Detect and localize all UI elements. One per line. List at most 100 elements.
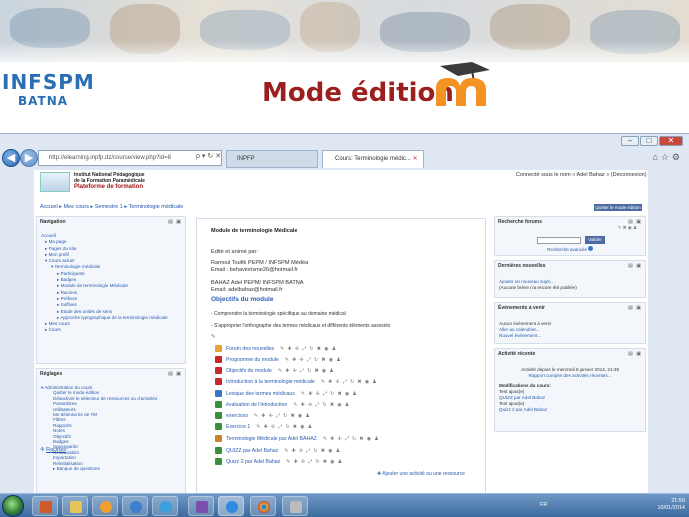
activity-edit-tools[interactable]: ✎ ✚ ✢ ⤢ ↻ ✖ ◉ ♟	[301, 392, 358, 397]
section-racines[interactable]: ✢ Racines	[40, 447, 66, 453]
minimize-button[interactable]: –	[621, 136, 639, 146]
activity-edit-tools[interactable]: ✎ ✚ ✢ ⤢ ↻ ✖ ◉ ♟	[278, 369, 335, 374]
author1-name: Ramoul Toufik PEPM / INFSPM Médéa	[211, 260, 309, 266]
taskbar-explorer-icon[interactable]	[62, 496, 88, 516]
search-input[interactable]	[537, 237, 581, 244]
nav-item-courses[interactable]: ▸ Cours	[41, 327, 185, 333]
block-controls-icon[interactable]: ▤ ▣	[168, 219, 182, 225]
taskbar-app-icon[interactable]	[188, 496, 214, 516]
maximize-button[interactable]: □	[640, 136, 658, 146]
settings-item[interactable]: ▸ Banque de questions	[41, 466, 185, 471]
toggle-edit-mode-button[interactable]: Quitter le mode édition	[594, 204, 642, 211]
activity-label[interactable]: Objectifs du module	[226, 368, 272, 374]
language-indicator[interactable]: FR	[540, 502, 547, 508]
activity-label[interactable]: Terminologie Médicale par Adel BAHAZ	[226, 436, 317, 442]
logo-text: INFSPM	[2, 70, 95, 94]
activity-item[interactable]: évaluation de l'introduction ✎ ✚ ✢ ⤢ ↻ ✖ …	[215, 401, 350, 410]
author1-email: Email : behaviorisme26@hotmail.fr	[211, 267, 298, 273]
home-icon[interactable]: ⌂	[652, 152, 660, 162]
move-icon[interactable]: ✢	[40, 447, 45, 453]
activity-item[interactable]: QUIZZ par Adel Bahaz ✎ ✚ ✢ ⤢ ↻ ✖ ◉ ♟	[215, 447, 341, 456]
system-clock[interactable]: 21:50 10/01/2014	[657, 498, 685, 512]
close-window-button[interactable]: ✕	[659, 136, 683, 146]
activity-item[interactable]: exercices ✎ ✚ ✢ ⤢ ↻ ✖ ◉ ♟	[215, 412, 311, 421]
latest-news-block: Dernières nouvelles ▤ ▣ Ajouter un nouve…	[494, 260, 646, 298]
taskbar-media-icon[interactable]	[92, 496, 118, 516]
forward-button[interactable]: ▶	[20, 149, 38, 167]
pdf-icon	[215, 378, 222, 386]
activity-item[interactable]: Introduction à la terminologie médicale ✎…	[215, 378, 378, 387]
tab-course[interactable]: Cours: Terminologie médic... ✕	[322, 150, 424, 168]
activity-label[interactable]: Quizz 2 par Adel Bahaz	[226, 459, 280, 465]
breadcrumb[interactable]: Accueil ▸ Mes cours ▸ Semestre 1 ▸ Termi…	[40, 204, 183, 210]
activity-label[interactable]: exercices	[226, 413, 248, 419]
logo-subtext: BATNA	[18, 94, 69, 108]
back-button[interactable]: ◀	[2, 149, 20, 167]
taskbar-sync-icon[interactable]	[122, 496, 148, 516]
tab-label: INPFP	[237, 156, 255, 162]
new-event-link[interactable]: Nouvel événement...	[499, 333, 541, 338]
activity-edit-tools[interactable]: ✎ ✚ ✢ ⤢ ↻ ✖ ◉ ♟	[280, 347, 337, 352]
activity-label[interactable]: évaluation de l'introduction	[226, 402, 287, 408]
taskbar-skype-icon[interactable]	[152, 496, 178, 516]
block-controls-icon[interactable]: ▤ ▣	[628, 305, 642, 311]
address-bar-tools[interactable]: ρ ▾ ↻ ✕	[196, 152, 221, 160]
activity-item[interactable]: Objectifs du module ✎ ✚ ✢ ⤢ ↻ ✖ ◉ ♟	[215, 367, 335, 376]
activity-label[interactable]: QUIZZ par Adel Bahaz	[226, 448, 278, 454]
close-tab-icon[interactable]: ✕	[413, 156, 418, 162]
taskbar-powerpoint-icon[interactable]	[32, 496, 58, 516]
activity-item[interactable]: Terminologie Médicale par Adel BAHAZ ✎ ✚ …	[215, 435, 380, 444]
module-title: Module de terminologie Médicale	[211, 228, 298, 234]
settings-block: Réglages ▤ ▣ ▾ Administration du cours Q…	[36, 368, 186, 494]
taskbar-chrome-icon[interactable]	[250, 496, 276, 516]
recent-activity-title: Activité récente	[498, 351, 536, 357]
slide-title: Mode édition	[262, 78, 454, 108]
activity-edit-tools[interactable]: ✎ ✚ ✢ ⤢ ↻ ✖ ◉ ♟	[284, 449, 341, 454]
block-edit-icons[interactable]: ✎ ✖ ◉ ♟	[618, 225, 637, 231]
gear-icon[interactable]: ⚙	[672, 152, 683, 162]
full-report-link[interactable]: Rapport complet des activités récentes..…	[529, 373, 612, 378]
block-controls-icon[interactable]: ▤ ▣	[628, 351, 642, 357]
navigation-list: Accueil ▸ Ma page ▸ Pages du site ▸ Mon …	[37, 227, 185, 334]
advanced-search-link[interactable]: Recherche avancée	[547, 246, 594, 252]
calendar-link[interactable]: Aller au calendrier...	[499, 327, 540, 332]
block-controls-icon[interactable]: ▤ ▣	[628, 263, 642, 269]
activity-edit-tools[interactable]: ✎ ✚ ✢ ⤢ ↻ ✖ ◉ ♟	[285, 358, 342, 363]
star-icon[interactable]: ☆	[661, 152, 672, 162]
activity-edit-tools[interactable]: ✎ ✚ ✢ ⤢ ↻ ✖ ◉ ♟	[286, 460, 343, 465]
advanced-search-label: Recherche avancée	[547, 247, 588, 252]
activity-edit-tools[interactable]: ✎ ✚ ✢ ⤢ ↻ ✖ ◉ ♟	[321, 380, 378, 385]
activity-item[interactable]: Lexique des termes médicaux ✎ ✚ ✢ ⤢ ↻ ✖ ◉…	[215, 390, 358, 399]
taskbar-ie-icon[interactable]	[218, 496, 244, 516]
activity-item[interactable]: Programme du module ✎ ✚ ✢ ⤢ ↻ ✖ ◉ ♟	[215, 356, 342, 365]
activity-label[interactable]: Lexique des termes médicaux	[226, 391, 295, 397]
add-activity-link[interactable]: ✚ Ajouter une activité ou une ressource	[377, 471, 465, 477]
change-2-link[interactable]: Quizz 2 par Adel Bahaz	[499, 407, 547, 412]
activity-item[interactable]: Forum des nouvelles ✎ ✚ ✢ ⤢ ↻ ✖ ◉ ♟	[215, 345, 337, 354]
taskbar-window-icon[interactable]	[282, 496, 308, 516]
photo-banner	[0, 0, 689, 62]
upcoming-events-title: Événements à venir	[498, 305, 545, 311]
tab-inpfp[interactable]: INPFP	[226, 150, 318, 168]
address-bar[interactable]: http://elearning.inpfp.dz/course/view.ph…	[38, 150, 222, 166]
start-button[interactable]	[2, 495, 24, 517]
help-icon[interactable]	[588, 246, 594, 251]
activity-edit-tools[interactable]: ✎ ✚ ✢ ⤢ ↻ ✖ ◉ ♟	[293, 403, 350, 408]
activity-edit-tools[interactable]: ✎ ✚ ✢ ⤢ ↻ ✖ ◉ ♟	[256, 425, 313, 430]
activity-label[interactable]: Exercice 1	[226, 424, 250, 430]
activity-label[interactable]: Forum des nouvelles	[226, 346, 274, 352]
activity-item[interactable]: Quizz 2 par Adel Bahaz ✎ ✚ ✢ ⤢ ↻ ✖ ◉ ♟	[215, 458, 343, 467]
block-controls-icon[interactable]: ▤ ▣	[168, 371, 182, 377]
activity-edit-tools[interactable]: ✎ ✚ ✢ ⤢ ↻ ✖ ◉ ♟	[323, 437, 380, 442]
add-news-link[interactable]: Ajouter un nouveau sujet...	[499, 279, 554, 284]
tab-label: Cours: Terminologie médic...	[335, 156, 411, 162]
login-info[interactable]: Connecté sous le nom « Adel Bahaz » (Déc…	[516, 172, 647, 178]
activity-item[interactable]: Exercice 1 ✎ ✚ ✢ ⤢ ↻ ✖ ◉ ♟	[215, 423, 313, 432]
change-1-link[interactable]: QUIZZ par Adel Bahaz	[499, 395, 545, 400]
activity-edit-tools[interactable]: ✎ ✚ ✢ ⤢ ↻ ✖ ◉ ♟	[254, 414, 311, 419]
browser-toolbar: ◀ ▶ http://elearning.inpfp.dz/course/vie…	[0, 148, 689, 170]
activity-label[interactable]: Introduction à la terminologie médicale	[226, 379, 315, 385]
edit-summary-icon[interactable]: ✎	[211, 334, 216, 340]
search-submit-button[interactable]: Valider	[585, 236, 605, 244]
activity-label[interactable]: Programme du module	[226, 357, 279, 363]
